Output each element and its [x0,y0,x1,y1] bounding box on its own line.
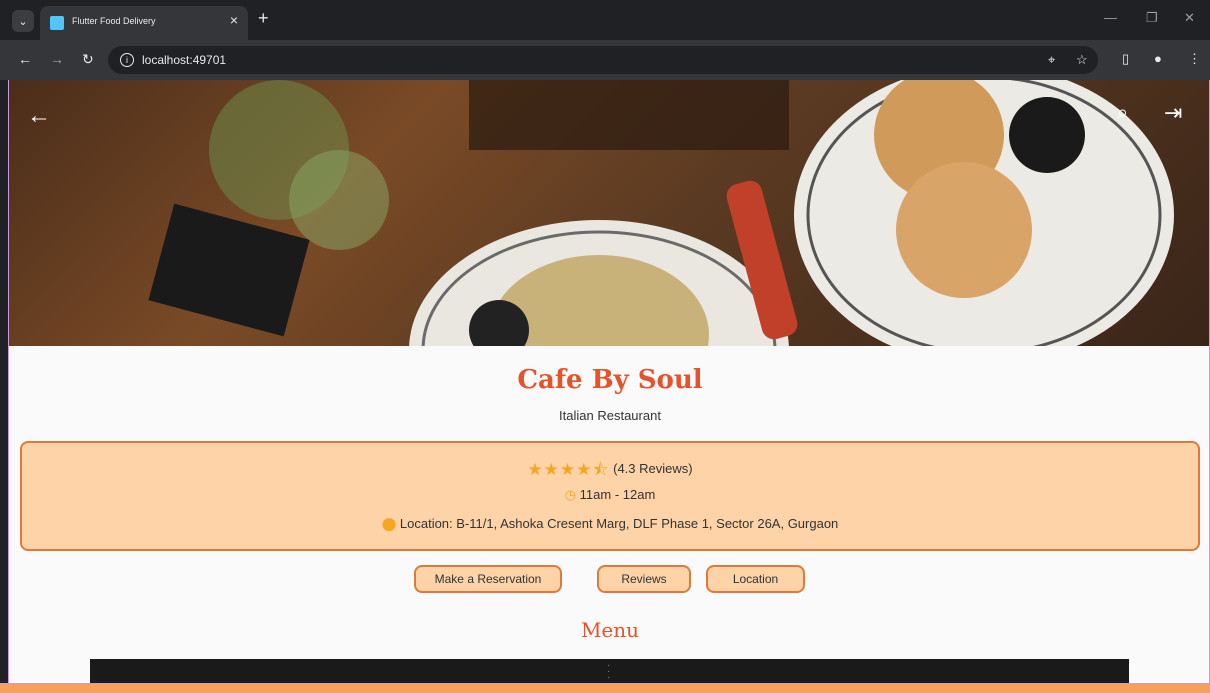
hours-text: 11am - 12am [579,487,656,502]
back-arrow-icon[interactable]: ← [27,102,51,130]
browser-tabstrip: ⌄ Flutter Food Delivery × + — ❐ ✕ [0,0,1210,40]
restaurant-type: Italian Restaurant [559,408,661,423]
bookmark-star-icon[interactable]: ☆ [1076,52,1088,68]
make-reservation-button[interactable]: Make a Reservation [414,565,562,593]
location-button[interactable]: Location [706,565,805,593]
profile-icon[interactable]: ● [1154,51,1162,66]
flutter-favicon-icon [50,16,64,30]
address-bar[interactable]: i localhost:49701 ⌖ ☆ [108,46,1098,74]
tab-search-chevron-icon[interactable]: ⌄ [12,10,34,32]
close-window-icon[interactable]: ✕ [1184,10,1195,26]
hero-food-image: ← ⌕ ⇥ [9,80,1209,346]
rating-row: ★★★★⯪ (4.3 Reviews) [22,457,1198,486]
rating-text: (4.3 Reviews) [613,461,693,476]
bottom-nav-bar [0,683,1210,693]
minimize-icon[interactable]: — [1104,10,1117,25]
tab-close-icon[interactable]: × [230,12,238,28]
app-page: ← ⌕ ⇥ Cafe By Soul Italian Restaurant ★★… [8,80,1210,693]
search-icon[interactable]: ⌕ [1117,102,1128,125]
hero-illustration [148,80,1174,346]
location-pin-icon: ⬤ [381,516,397,531]
browser-toolbar: ← → ↻ i localhost:49701 ⌖ ☆ ▯ ● ⋮ [0,40,1210,80]
restaurant-name: Cafe By Soul [517,365,703,395]
more-menu-icon[interactable]: ⋮ [1188,51,1201,67]
reviews-button[interactable]: Reviews [597,565,691,593]
restaurant-info-card: ★★★★⯪ (4.3 Reviews) ◷ 11am - 12am ⬤ Loca… [20,441,1200,551]
side-panel-icon[interactable]: ▯ [1122,51,1129,67]
star-rating-icon: ★★★★⯪ [527,460,610,479]
drag-handle-icon[interactable]: · · · [607,661,611,683]
restore-icon[interactable]: ❐ [1146,10,1158,26]
logout-icon[interactable]: ⇥ [1164,100,1182,126]
location-text: Location: B-11/1, Ashoka Cresent Marg, D… [399,516,839,531]
back-icon[interactable]: ← [18,51,32,67]
tab-title: Flutter Food Delivery [72,16,156,26]
location-pin-icon[interactable]: ⌖ [1048,52,1055,68]
location-row: ⬤ Location: B-11/1, Ashoka Cresent Marg,… [22,516,1198,532]
url-text: localhost:49701 [142,53,227,67]
browser-tab[interactable]: Flutter Food Delivery × [40,6,248,40]
clock-icon: ◷ [564,487,577,502]
hours-row: ◷ 11am - 12am [22,487,1198,503]
menu-heading: Menu [580,618,640,642]
site-info-icon[interactable]: i [120,53,134,67]
reload-icon[interactable]: ↻ [82,51,94,68]
forward-icon[interactable]: → [50,51,64,67]
new-tab-plus-icon[interactable]: + [258,8,269,29]
